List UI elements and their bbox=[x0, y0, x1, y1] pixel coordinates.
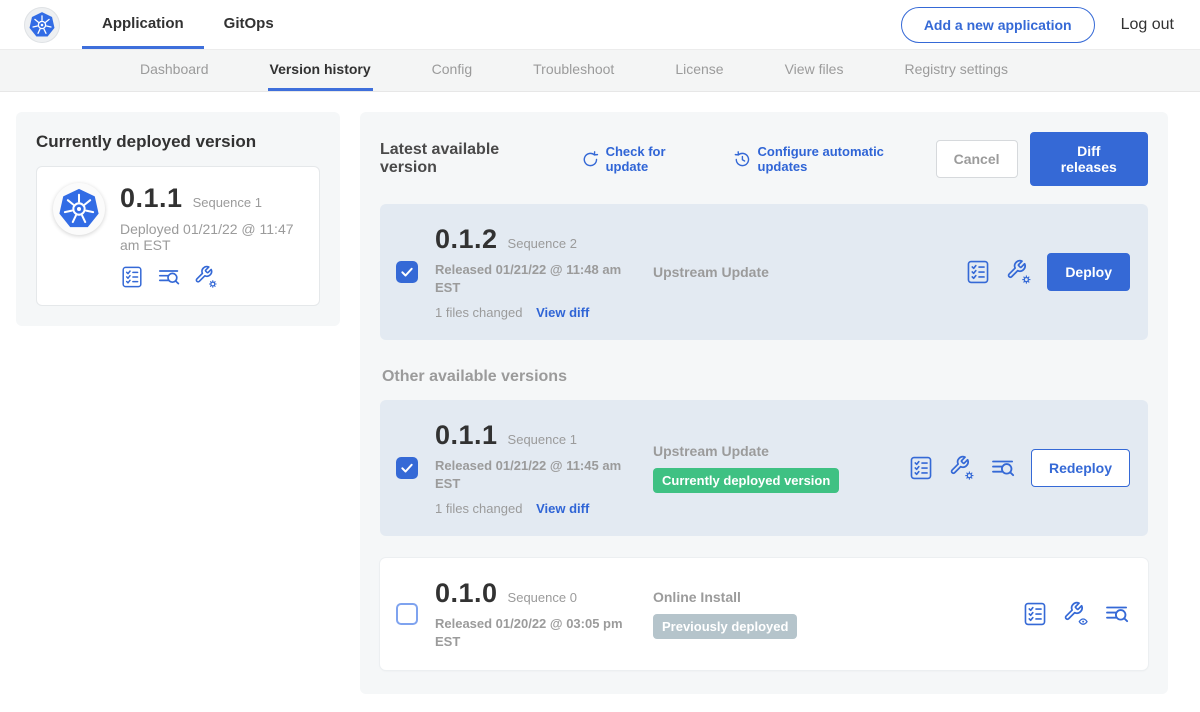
version-number: 0.1.0 bbox=[435, 578, 498, 609]
check-for-update-label: Check for update bbox=[606, 144, 711, 174]
subnav-view-files[interactable]: View files bbox=[783, 50, 846, 91]
currently-deployed-card: Currently deployed version 0.1.1 Sequenc… bbox=[16, 112, 340, 326]
released-timestamp: Released 01/20/22 @ 03:05 pm EST bbox=[435, 615, 625, 650]
version-checkbox[interactable] bbox=[396, 261, 418, 283]
version-checkbox[interactable] bbox=[396, 457, 418, 479]
released-timestamp: Released 01/21/22 @ 11:45 am EST bbox=[435, 457, 625, 492]
deployed-version-box: 0.1.1 Sequence 1 Deployed 01/21/22 @ 11:… bbox=[36, 166, 320, 306]
tab-gitops[interactable]: GitOps bbox=[204, 0, 294, 49]
app-logo-icon bbox=[53, 183, 105, 235]
files-changed-label: 1 files changed bbox=[435, 501, 522, 516]
version-row: 0.1.0 Sequence 0 Released 01/20/22 @ 03:… bbox=[380, 558, 1148, 670]
view-files-icon[interactable] bbox=[1104, 601, 1130, 627]
refresh-icon bbox=[581, 150, 600, 169]
currently-deployed-badge: Currently deployed version bbox=[653, 468, 839, 493]
files-changed-label: 1 files changed bbox=[435, 305, 522, 320]
cancel-button[interactable]: Cancel bbox=[936, 140, 1018, 178]
version-number: 0.1.1 bbox=[435, 420, 498, 451]
view-files-icon[interactable] bbox=[990, 455, 1016, 481]
deployed-timestamp: Deployed 01/21/22 @ 11:47 am EST bbox=[120, 221, 303, 253]
version-source: Online Install bbox=[653, 589, 908, 605]
edit-config-icon[interactable] bbox=[194, 265, 218, 289]
deployed-version-number: 0.1.1 bbox=[120, 183, 183, 214]
other-versions-title: Other available versions bbox=[382, 368, 1148, 386]
view-files-icon[interactable] bbox=[157, 265, 181, 289]
subnav-version-history[interactable]: Version history bbox=[268, 50, 373, 91]
view-diff-link[interactable]: View diff bbox=[536, 305, 589, 320]
release-notes-icon[interactable] bbox=[1022, 601, 1048, 627]
kubernetes-logo-icon bbox=[24, 7, 60, 43]
logout-button[interactable]: Log out bbox=[1121, 16, 1174, 34]
redeploy-button[interactable]: Redeploy bbox=[1031, 449, 1130, 487]
clock-refresh-icon bbox=[733, 150, 752, 169]
subnav-dashboard[interactable]: Dashboard bbox=[138, 50, 211, 91]
configure-updates-link[interactable]: Configure automatic updates bbox=[733, 144, 936, 174]
deploy-button[interactable]: Deploy bbox=[1047, 253, 1130, 291]
released-timestamp: Released 01/21/22 @ 11:48 am EST bbox=[435, 261, 625, 296]
version-checkbox[interactable] bbox=[396, 603, 418, 625]
add-application-button[interactable]: Add a new application bbox=[901, 7, 1095, 43]
sequence-label: Sequence 2 bbox=[508, 236, 577, 251]
release-notes-icon[interactable] bbox=[120, 265, 144, 289]
latest-available-title: Latest available version bbox=[380, 141, 559, 177]
top-nav: Application GitOps Add a new application… bbox=[0, 0, 1200, 50]
sequence-label: Sequence 0 bbox=[508, 590, 577, 605]
release-notes-icon[interactable] bbox=[908, 455, 934, 481]
release-notes-icon[interactable] bbox=[965, 259, 991, 285]
subnav-license[interactable]: License bbox=[673, 50, 725, 91]
edit-config-icon[interactable] bbox=[1006, 259, 1032, 285]
version-source: Upstream Update bbox=[653, 264, 908, 280]
subnav-registry-settings[interactable]: Registry settings bbox=[902, 50, 1009, 91]
version-history-panel: Latest available version Check for updat… bbox=[360, 112, 1168, 694]
version-row: 0.1.1 Sequence 1 Released 01/21/22 @ 11:… bbox=[380, 400, 1148, 536]
view-diff-link[interactable]: View diff bbox=[536, 501, 589, 516]
diff-releases-button[interactable]: Diff releases bbox=[1030, 132, 1148, 186]
sequence-label: Sequence 1 bbox=[508, 432, 577, 447]
check-for-update-link[interactable]: Check for update bbox=[581, 144, 711, 174]
edit-config-icon[interactable] bbox=[949, 455, 975, 481]
deployed-sequence-label: Sequence 1 bbox=[193, 195, 262, 210]
version-source: Upstream Update bbox=[653, 443, 908, 459]
configure-updates-label: Configure automatic updates bbox=[758, 144, 936, 174]
tab-application[interactable]: Application bbox=[82, 0, 204, 49]
version-number: 0.1.2 bbox=[435, 224, 498, 255]
subnav-troubleshoot[interactable]: Troubleshoot bbox=[531, 50, 616, 91]
view-config-icon[interactable] bbox=[1063, 601, 1089, 627]
currently-deployed-title: Currently deployed version bbox=[36, 132, 320, 152]
subnav-config[interactable]: Config bbox=[430, 50, 474, 91]
version-row: 0.1.2 Sequence 2 Released 01/21/22 @ 11:… bbox=[380, 204, 1148, 340]
app-sub-nav: Dashboard Version history Config Trouble… bbox=[0, 50, 1200, 92]
previously-deployed-badge: Previously deployed bbox=[653, 614, 797, 639]
